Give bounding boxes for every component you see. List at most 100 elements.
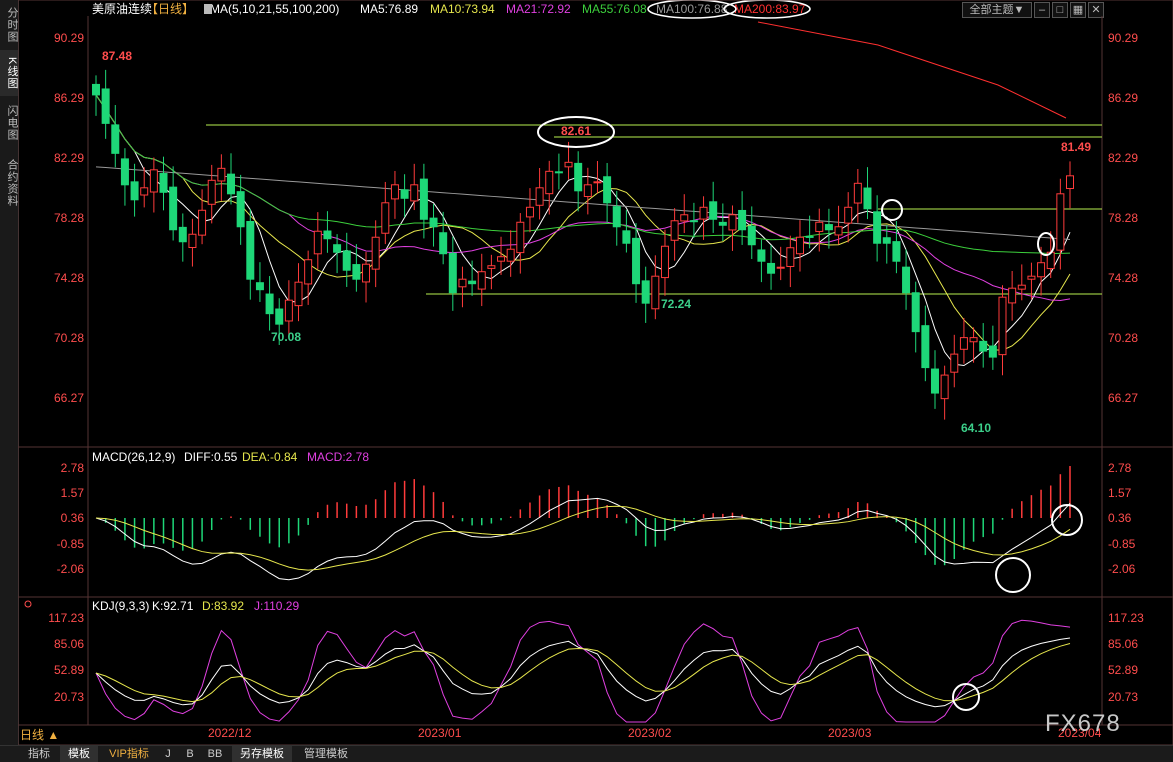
candle-body: [844, 206, 853, 224]
candle-body: [227, 173, 236, 195]
kdj-tick-left: 52.89: [54, 663, 84, 677]
candle-body: [969, 337, 978, 343]
candle-body: [294, 281, 303, 307]
candle-body: [815, 221, 824, 232]
candle-body: [950, 353, 959, 373]
macd-plot: [95, 466, 1071, 581]
candle-body: [92, 83, 100, 96]
candle-body: [381, 202, 390, 234]
candle-body: [111, 124, 120, 154]
ma-toggle-icon[interactable]: [204, 4, 212, 14]
price-tick-right: 90.29: [1108, 31, 1138, 45]
kdj-header: KDJ(9,3,3) K:92.71 D:83.92 J:110.29: [92, 599, 299, 613]
candle-body: [159, 173, 168, 193]
annotation-circle: [995, 557, 1031, 593]
tab-templates[interactable]: 模板: [60, 746, 98, 762]
candle-body: [709, 201, 718, 220]
macd-diff-line: [95, 497, 1071, 581]
candle-body: [410, 184, 419, 202]
save-template-button[interactable]: 另存模板: [232, 746, 292, 762]
candle-body: [198, 209, 207, 236]
kdj-settings-icon[interactable]: [24, 600, 32, 608]
candle-body: [178, 226, 187, 243]
chart-canvas[interactable]: 美原油连续 【日线】 MA(5,10,21,55,100,200) MA5:76…: [18, 0, 1173, 745]
tab-indicators[interactable]: 指标: [22, 746, 56, 762]
tab-timeshare[interactable]: 分时图: [0, 2, 18, 48]
tab-j[interactable]: J: [160, 746, 176, 762]
symbol-name: 美原油连续: [92, 1, 152, 16]
candle-body: [921, 325, 930, 369]
candle-body: [497, 256, 506, 262]
tab-contract-info[interactable]: 合约资料: [0, 152, 18, 214]
date-tick: 2023/01: [418, 726, 462, 740]
candle-body: [632, 237, 641, 285]
candle-body: [574, 162, 583, 192]
candle-body: [1008, 287, 1017, 304]
candle-body: [786, 247, 795, 267]
candle-body: [275, 308, 284, 325]
candle-body: [487, 265, 496, 269]
candle-body: [120, 158, 129, 186]
candle-body: [468, 280, 477, 285]
candle-body: [660, 245, 669, 279]
candlesticks: [92, 69, 1074, 420]
candle-body: [265, 293, 274, 315]
price-tick-left: 74.28: [54, 271, 84, 285]
tab-flash-chart[interactable]: 闪电图: [0, 98, 18, 148]
candle-body: [1056, 193, 1065, 251]
low-label: 64.10: [961, 421, 991, 435]
ma21-value: MA21:72.92: [506, 2, 571, 16]
candle-body: [400, 189, 409, 199]
candle-body: [429, 217, 438, 228]
macd-tick-right: -0.85: [1108, 537, 1136, 551]
date-axis: 2022/12 2023/01 2023/02 2023/03 2023/04: [208, 726, 1102, 740]
low-label: 72.24: [661, 297, 691, 311]
tab-vip-indicators[interactable]: VIP指标: [102, 746, 156, 762]
manage-templates-button[interactable]: 管理模板: [296, 746, 356, 762]
macd-dea-line: [95, 505, 1071, 571]
kdj-k: K:92.71: [152, 599, 194, 613]
macd-header: MACD(26,12,9) DIFF:0.55 DEA:-0.84 MACD:2…: [92, 450, 369, 464]
price-tick-left: 66.27: [54, 391, 84, 405]
candle-body: [342, 250, 351, 271]
candle-body: [583, 184, 592, 198]
candle-body: [1017, 284, 1026, 290]
tab-b[interactable]: B: [182, 746, 198, 762]
candle-body: [670, 220, 679, 241]
kdj-d-line: [95, 642, 1071, 703]
period-name: 【日线】: [146, 2, 194, 16]
price-tick-right: 82.29: [1108, 151, 1138, 165]
ma100-value: MA100:76.88: [656, 2, 728, 16]
candle-body: [390, 184, 399, 200]
kdj-tick-left: 20.73: [54, 690, 84, 704]
candle-body: [1037, 262, 1046, 278]
side-tab-bar: 分时图 K线图 闪电图 合约资料: [0, 0, 19, 745]
candle-body: [959, 337, 968, 350]
macd-params: MACD(26,12,9): [92, 450, 175, 464]
candle-body: [824, 224, 833, 231]
price-tick-left: 78.28: [54, 211, 84, 225]
candle-body: [535, 187, 544, 206]
price-axis: 90.29 86.29 82.29 78.28 74.28 70.28 66.2…: [54, 31, 1138, 405]
candle-body: [1027, 275, 1036, 280]
candle-body: [728, 214, 737, 231]
macd-tick-left: -2.06: [57, 562, 85, 576]
tab-kline[interactable]: K线图: [0, 50, 18, 96]
candle-body: [255, 282, 264, 291]
date-tick: 2022/12: [208, 726, 252, 740]
ma55-line: [95, 94, 1071, 255]
candle-body: [545, 170, 554, 195]
kdj-tick-left: 85.06: [54, 637, 84, 651]
tab-bb[interactable]: BB: [204, 746, 226, 762]
price-tick-left: 82.29: [54, 151, 84, 165]
kdj-tick-right: 117.23: [1108, 611, 1144, 625]
candle-body: [603, 176, 612, 204]
period-selector[interactable]: 日线 ▲: [20, 727, 80, 743]
candle-body: [776, 266, 785, 269]
candle-body: [767, 262, 776, 274]
candle-body: [979, 340, 988, 352]
macd-tick-right: 1.57: [1108, 486, 1132, 500]
candle-body: [130, 181, 139, 201]
kdj-j: J:110.29: [254, 599, 299, 613]
chart-frame: [18, 0, 1173, 745]
